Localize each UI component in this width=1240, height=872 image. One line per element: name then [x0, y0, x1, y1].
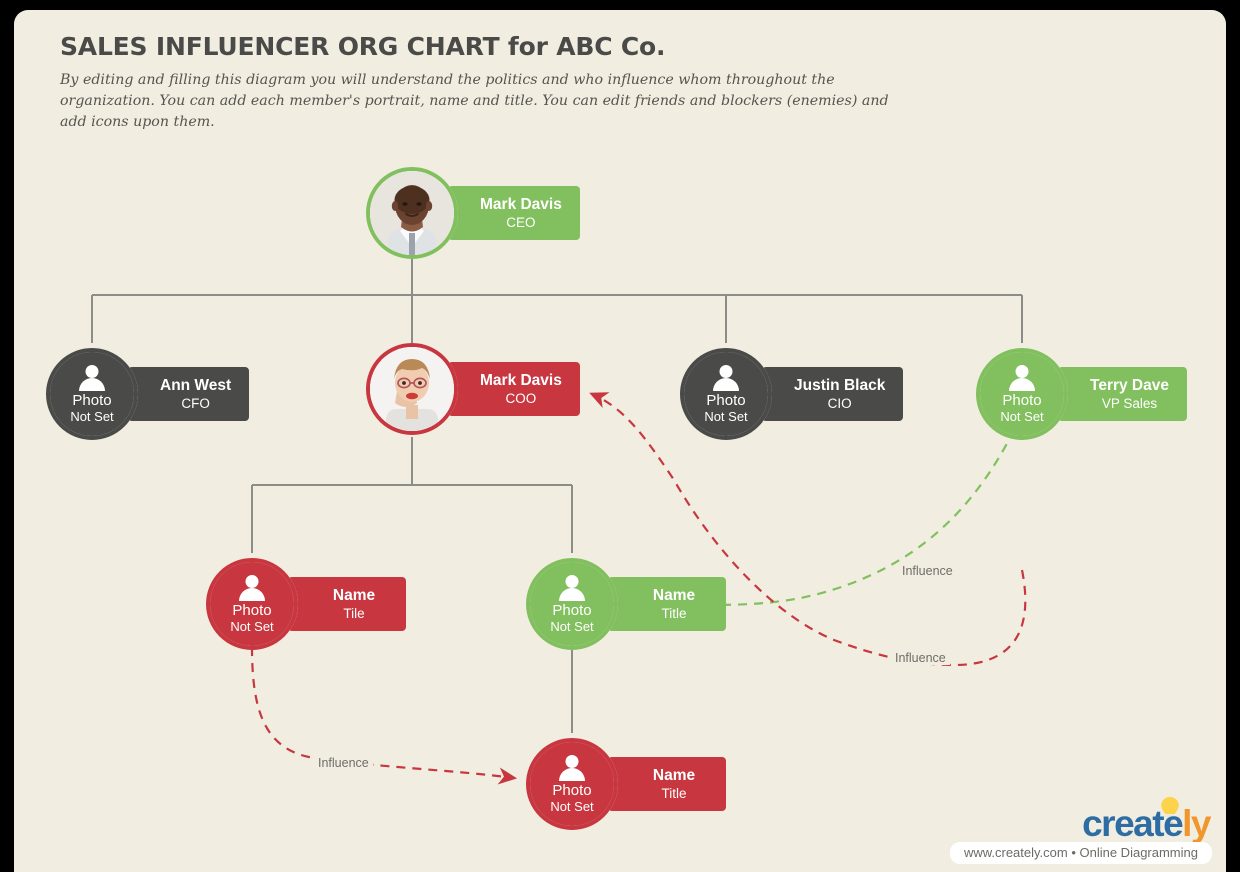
- org-node-vp-sales[interactable]: Photo Not Set Terry Dave VP Sales: [976, 348, 1187, 440]
- person-silhouette-icon: [237, 574, 267, 601]
- node-name: Name: [332, 586, 376, 604]
- diagram-canvas[interactable]: SALES INFLUENCER ORG CHART for ABC Co. B…: [14, 10, 1226, 872]
- avatar-coo[interactable]: [366, 343, 458, 435]
- influence-label-red-bottom: Influence: [314, 756, 373, 770]
- logo-word-part2: ly: [1182, 803, 1211, 844]
- creately-logo[interactable]: creately www.creately.com • Online Diagr…: [949, 796, 1218, 866]
- node-label-cfo[interactable]: Ann West CFO: [128, 367, 250, 421]
- avatar-ring: [206, 558, 298, 650]
- screenshot-frame: SALES INFLUENCER ORG CHART for ABC Co. B…: [0, 0, 1240, 872]
- avatar-ceo[interactable]: [366, 167, 458, 259]
- node-name: Justin Black: [794, 376, 886, 394]
- portrait-photo-man: [370, 171, 454, 255]
- page-title: SALES INFLUENCER ORG CHART for ABC Co.: [60, 32, 666, 61]
- hierarchy-connectors: [91, 248, 1023, 733]
- avatar-cfo-placeholder[interactable]: Photo Not Set: [46, 348, 138, 440]
- logo-word-part1: create: [1082, 803, 1184, 844]
- avatar-sub-bottom-placeholder[interactable]: Photo Not Set: [526, 738, 618, 830]
- node-name: Ann West: [160, 376, 232, 394]
- node-label-sub-mid[interactable]: Name Title: [608, 577, 726, 631]
- page-subtitle: By editing and filling this diagram you …: [60, 72, 889, 130]
- node-title: Title: [661, 785, 687, 801]
- avatar-ring: [46, 348, 138, 440]
- node-title: CEO: [506, 214, 536, 230]
- person-silhouette-icon: [711, 364, 741, 391]
- node-title: Tile: [343, 605, 365, 621]
- node-label-vp-sales[interactable]: Terry Dave VP Sales: [1058, 367, 1187, 421]
- person-silhouette-icon: [557, 574, 587, 601]
- influence-edge-red-bottom: [250, 646, 518, 785]
- portrait-photo-woman: [370, 347, 454, 431]
- creately-wordmark: creately: [1082, 803, 1211, 844]
- node-name: Mark Davis: [480, 371, 562, 389]
- node-title: VP Sales: [1101, 395, 1158, 411]
- org-node-coo[interactable]: Mark Davis COO: [366, 343, 580, 435]
- node-title: Title: [661, 605, 687, 621]
- node-name: Terry Dave: [1090, 376, 1169, 394]
- node-label-cio[interactable]: Justin Black CIO: [762, 367, 904, 421]
- org-node-sub-mid[interactable]: Photo Not Set Name Title: [526, 558, 726, 650]
- node-label-ceo[interactable]: Mark Davis CEO: [448, 186, 580, 240]
- node-title: COO: [505, 390, 537, 406]
- avatar-ring: [526, 738, 618, 830]
- person-silhouette-icon: [77, 364, 107, 391]
- logo-tagline: www.creately.com • Online Diagramming: [949, 842, 1212, 864]
- avatar-ring: [976, 348, 1068, 440]
- avatar-cio-placeholder[interactable]: Photo Not Set: [680, 348, 772, 440]
- avatar-sub-left-placeholder[interactable]: Photo Not Set: [206, 558, 298, 650]
- person-silhouette-icon: [557, 754, 587, 781]
- avatar-ring: [680, 348, 772, 440]
- avatar-ring: [526, 558, 618, 650]
- node-label-sub-bottom[interactable]: Name Title: [608, 757, 726, 811]
- avatar-sub-mid-placeholder[interactable]: Photo Not Set: [526, 558, 618, 650]
- influence-label-red-right: Influence: [891, 651, 950, 665]
- org-node-ceo[interactable]: Mark Davis CEO: [366, 167, 580, 259]
- node-name: Name: [652, 766, 696, 784]
- node-name: Mark Davis: [480, 195, 562, 213]
- person-silhouette-icon: [1007, 364, 1037, 391]
- diagram-header: SALES INFLUENCER ORG CHART for ABC Co. B…: [60, 32, 920, 133]
- influence-edge-green: [694, 429, 1015, 614]
- avatar-vp-sales-placeholder[interactable]: Photo Not Set: [976, 348, 1068, 440]
- influence-label-green: Influence: [898, 564, 957, 578]
- node-label-sub-left[interactable]: Name Tile: [288, 577, 406, 631]
- node-label-coo[interactable]: Mark Davis COO: [448, 362, 580, 416]
- org-node-sub-left[interactable]: Photo Not Set Name Tile: [206, 558, 406, 650]
- org-node-cio[interactable]: Photo Not Set Justin Black CIO: [680, 348, 904, 440]
- node-title: CIO: [827, 395, 852, 411]
- org-node-cfo[interactable]: Photo Not Set Ann West CFO: [46, 348, 250, 440]
- node-title: CFO: [181, 395, 210, 411]
- org-node-sub-bottom[interactable]: Photo Not Set Name Title: [526, 738, 726, 830]
- node-name: Name: [652, 586, 696, 604]
